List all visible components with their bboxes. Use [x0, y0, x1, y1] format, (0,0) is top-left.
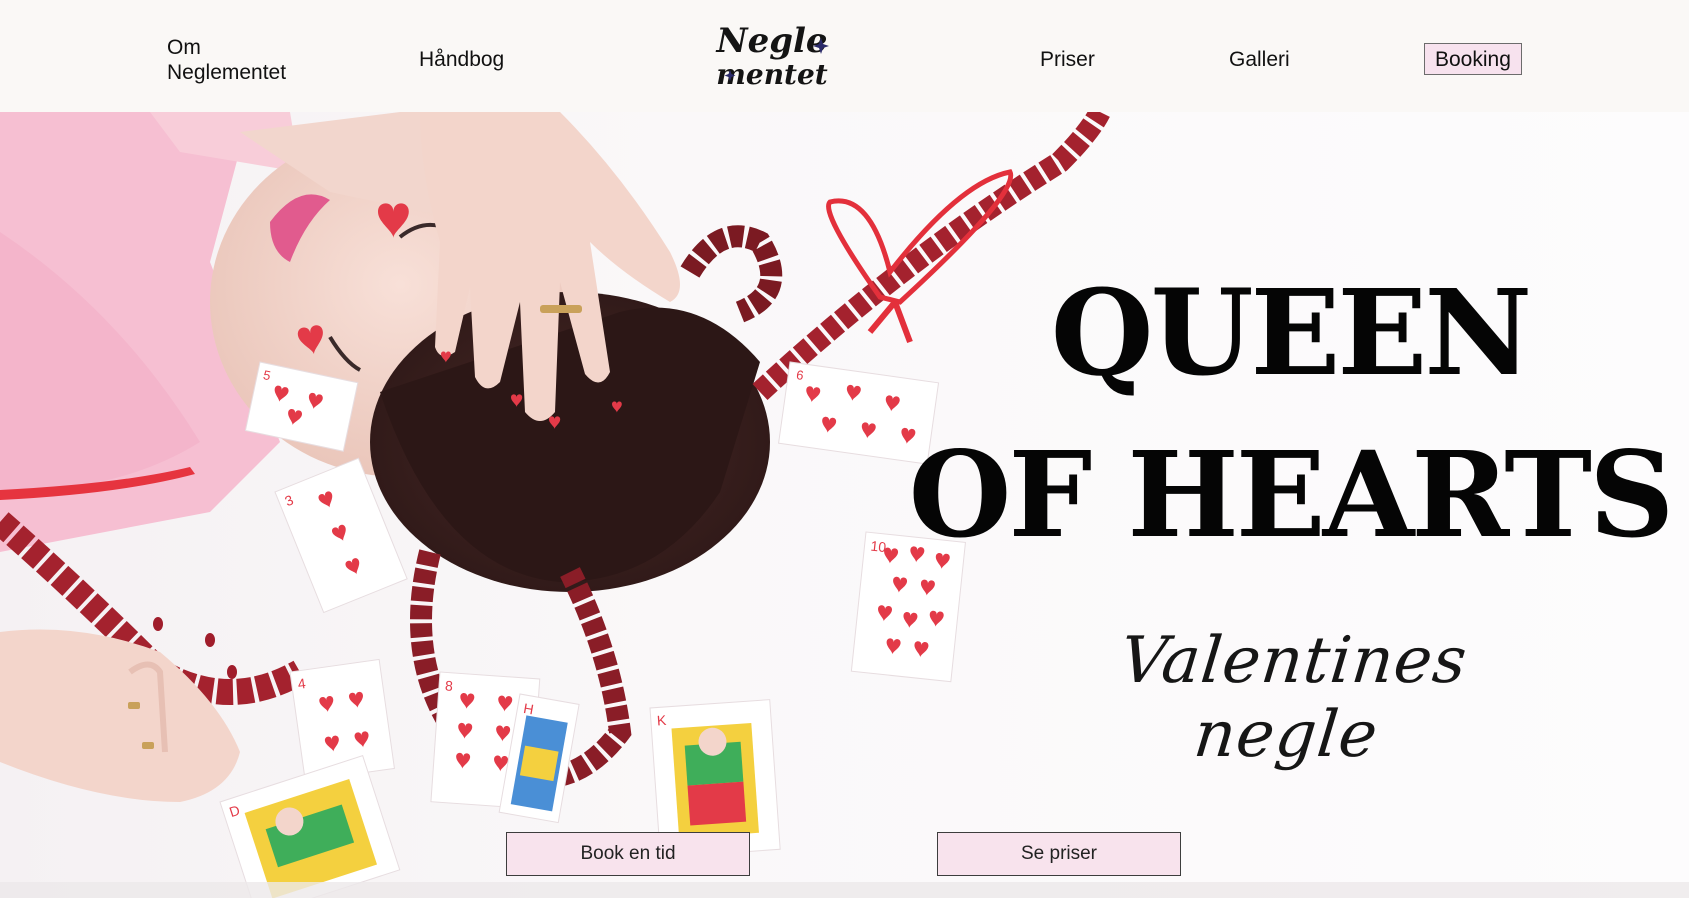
hero-title-line-2: OF HEARTS	[908, 425, 1675, 564]
hero-title: QUEEN OF HEARTS	[900, 252, 1680, 576]
ring	[128, 702, 140, 709]
nav-link-haandbog[interactable]: Håndbog	[419, 47, 504, 72]
top-navigation: Om Neglementet Håndbog Negle mentet Pris…	[0, 0, 1689, 112]
left-hand	[0, 629, 240, 802]
hero-section: 6 5 3 10 4 8 K H D QUEEN OF HEARTS Valen…	[0, 112, 1689, 898]
hero-subtitle: Valentines negle	[1116, 624, 1471, 772]
nav-link-galleri[interactable]: Galleri	[1229, 47, 1290, 72]
book-appointment-button[interactable]: Book en tid	[506, 832, 750, 876]
logo-line-1: Negle	[715, 21, 827, 61]
braid	[680, 225, 783, 323]
ring	[540, 305, 582, 313]
logo-line-2: mentet	[716, 58, 828, 91]
playing-card-queen: D	[219, 755, 401, 898]
neglementet-logo[interactable]: Negle mentet	[712, 18, 832, 94]
see-prices-button[interactable]: Se priser	[937, 832, 1181, 876]
logo-graphic: Negle mentet	[715, 21, 829, 91]
hero-title-line-1: QUEEN	[1050, 263, 1532, 402]
nav-link-om-neglementet[interactable]: Om Neglementet	[167, 35, 307, 85]
ring	[142, 742, 154, 749]
nav-link-priser[interactable]: Priser	[1040, 47, 1095, 72]
nav-booking-button[interactable]: Booking	[1424, 43, 1522, 75]
svg-text:K: K	[656, 712, 667, 729]
svg-text:8: 8	[445, 677, 454, 694]
